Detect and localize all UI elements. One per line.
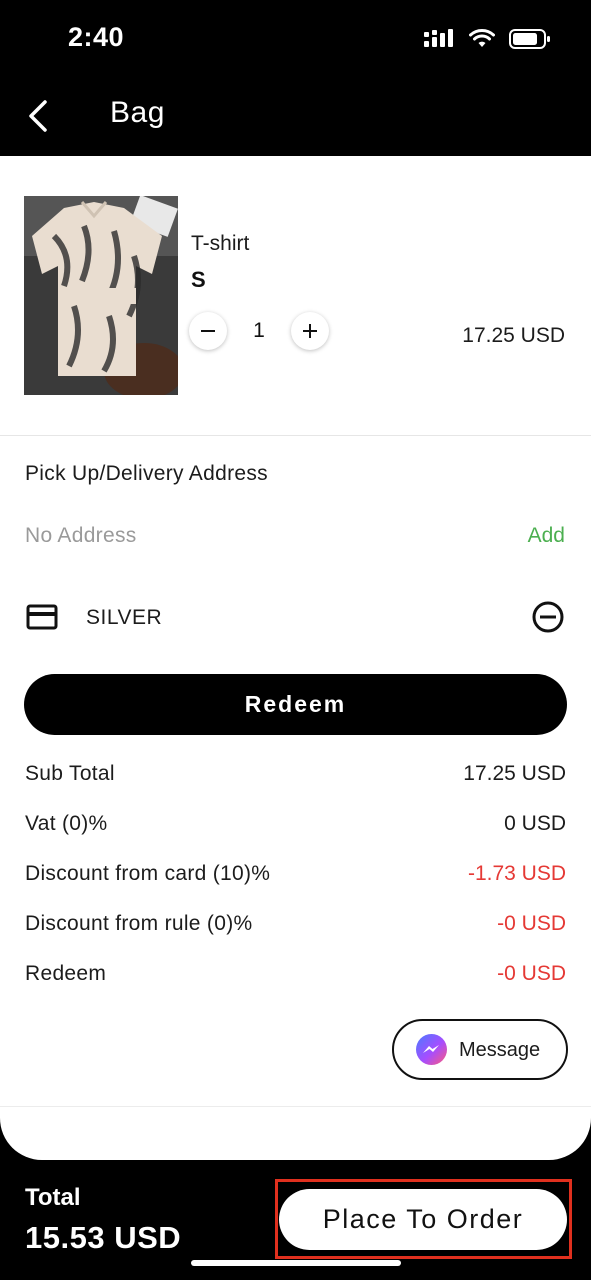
t-shirt-photo — [24, 196, 178, 395]
summary-row-redeem: Redeem -0 USD — [25, 962, 566, 992]
summary-value: -1.73 USD — [467, 862, 566, 885]
product-price: 17.25 USD — [462, 324, 565, 347]
add-address-link[interactable]: Add — [528, 524, 565, 548]
product-item: T-shirt S 1 17.25 USD — [0, 156, 591, 436]
credit-card-icon — [26, 604, 58, 630]
message-label: Message — [459, 1039, 541, 1061]
checkout-footer: Total 15.53 USD Place To Order — [0, 1160, 591, 1280]
quantity-value: 1 — [253, 319, 265, 342]
plus-icon — [303, 324, 317, 338]
status-time: 2:40 — [68, 22, 125, 52]
summary-row-card-discount: Discount from card (10)% -1.73 USD — [25, 862, 566, 892]
summary-value: -0 USD — [497, 962, 566, 985]
membership-card-row: SILVER — [0, 596, 591, 640]
back-button[interactable] — [18, 94, 58, 138]
message-button[interactable]: Message — [392, 1019, 568, 1080]
bag-content: T-shirt S 1 17.25 USD Pick Up/Delivery A… — [0, 156, 591, 1160]
wifi-icon — [469, 29, 495, 47]
messenger-icon — [416, 1034, 447, 1065]
increase-quantity-button[interactable] — [291, 312, 329, 350]
place-order-button[interactable]: Place To Order — [279, 1189, 567, 1250]
summary-value: 0 USD — [504, 812, 566, 835]
battery-icon — [509, 29, 550, 49]
back-chevron-icon — [29, 100, 47, 132]
summary-row-subtotal: Sub Total 17.25 USD — [25, 762, 566, 792]
redeem-button[interactable]: Redeem — [24, 674, 567, 735]
divider — [0, 1106, 591, 1107]
signal-icon — [424, 29, 453, 47]
status-bar: 2:40 — [0, 0, 591, 80]
summary-label: Sub Total — [25, 762, 115, 785]
remove-circle-icon[interactable] — [531, 600, 565, 634]
product-image[interactable] — [24, 196, 178, 395]
decrease-quantity-button[interactable] — [189, 312, 227, 350]
summary-value: 17.25 USD — [463, 762, 566, 785]
summary-row-rule-discount: Discount from rule (0)% -0 USD — [25, 912, 566, 942]
summary-row-vat: Vat (0)% 0 USD — [25, 812, 566, 842]
summary-value: -0 USD — [497, 912, 566, 935]
address-value: No Address — [25, 524, 137, 547]
summary-label: Redeem — [25, 962, 107, 985]
minus-icon — [201, 330, 215, 332]
nav-bar: Bag — [0, 80, 591, 156]
summary-label: Discount from card (10)% — [25, 862, 271, 885]
product-name: T-shirt — [191, 232, 250, 255]
summary-label: Discount from rule (0)% — [25, 912, 253, 935]
address-label: Pick Up/Delivery Address — [25, 462, 268, 485]
product-size: S — [191, 267, 206, 292]
status-icons — [423, 28, 551, 50]
card-name: SILVER — [86, 606, 163, 629]
total-label: Total — [25, 1184, 81, 1211]
total-value: 15.53 USD — [25, 1220, 182, 1255]
summary-label: Vat (0)% — [25, 812, 108, 835]
page-title: Bag — [110, 96, 165, 129]
home-indicator — [191, 1260, 401, 1266]
